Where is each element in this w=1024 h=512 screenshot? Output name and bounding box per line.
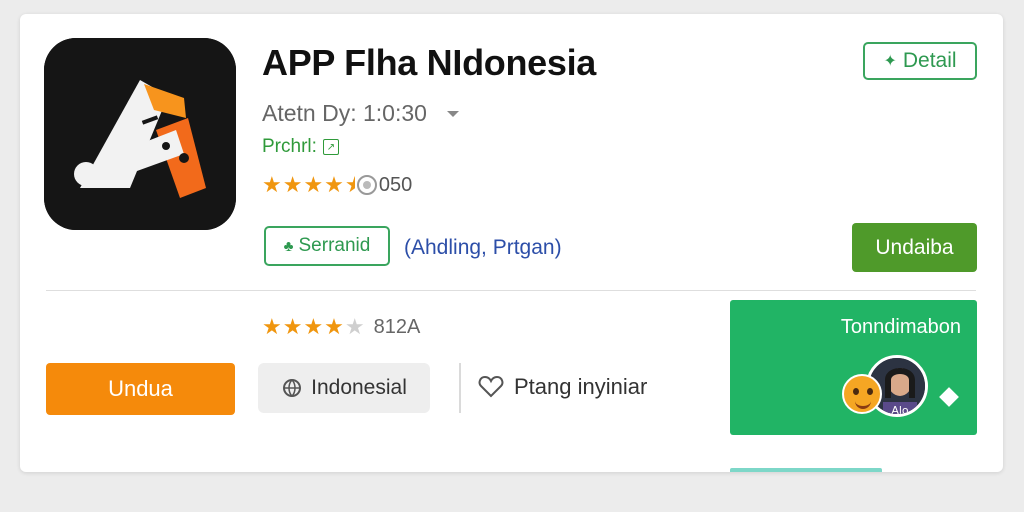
detail-button[interactable]: ✦ Detail — [863, 42, 977, 80]
divider — [46, 290, 976, 291]
rating-summary: ★★★★★ 050 — [262, 172, 412, 198]
diamond-icon — [939, 387, 959, 407]
author-label: Atetn Dy: 1:0:30 — [262, 100, 427, 126]
secondary-rating: ★★★★★ 812A — [262, 314, 420, 340]
category-label: Prchrl: — [262, 136, 317, 157]
emoji-icon — [842, 374, 882, 414]
promo-banner[interactable]: Tonndimabon Alo — [730, 300, 977, 435]
serrand-button[interactable]: ♣ Serranid — [264, 226, 390, 266]
download-button[interactable]: Undua — [46, 363, 235, 415]
language-chip[interactable]: Indonesial — [258, 363, 430, 413]
vertical-divider — [459, 363, 461, 413]
secondary-rating-text: 812A — [373, 315, 421, 338]
tags-text: (Ahdling, Prtgan) — [404, 236, 562, 259]
badge-icon: ↗ — [322, 139, 339, 155]
app-title: APP Flha NIdonesia — [262, 42, 597, 83]
pin-icon: ✦ — [883, 53, 897, 70]
promo-title: Tonndimabon — [840, 316, 961, 338]
install-button[interactable]: Undaiba — [852, 223, 977, 272]
coin-icon — [356, 175, 377, 195]
favorite-link[interactable]: Ptang inyiniar — [478, 374, 647, 400]
app-logo-icon[interactable] — [44, 38, 236, 230]
leaf-icon: ♣ — [283, 237, 294, 255]
chevron-down-icon — [446, 110, 459, 117]
language-label: Indonesial — [311, 376, 407, 399]
next-card-peek — [730, 468, 882, 472]
heart-icon — [478, 375, 504, 398]
serrand-label: Serranid — [298, 235, 371, 256]
favorite-label: Ptang inyiniar — [514, 374, 648, 399]
star-rating: ★★★★★ — [262, 172, 355, 197]
avatar-caption: Alo — [891, 404, 909, 417]
star-rating-secondary: ★★★★★ — [262, 314, 366, 339]
globe-icon — [283, 379, 302, 398]
author-dropdown[interactable]: Atetn Dy: 1:0:30 — [262, 100, 459, 127]
category-link[interactable]: Prchrl: ↗ — [262, 136, 339, 158]
detail-label: Detail — [902, 49, 957, 72]
app-listing-card: APP Flha NIdonesia ✦ Detail Atetn Dy: 1:… — [20, 14, 1003, 472]
rating-count: 050 — [378, 173, 413, 196]
